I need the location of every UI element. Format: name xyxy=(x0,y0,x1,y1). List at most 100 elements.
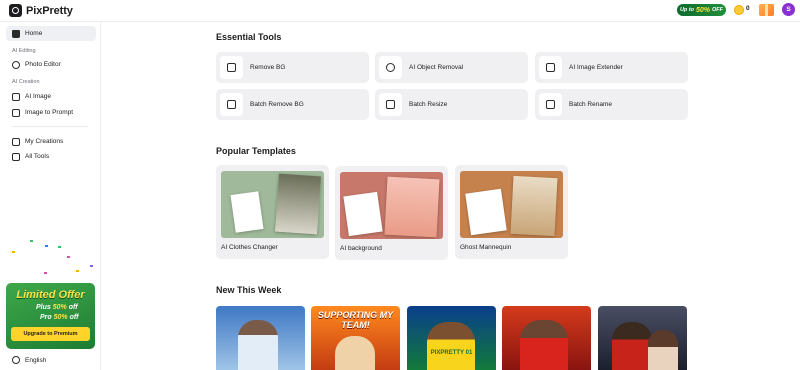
tool-icon-box xyxy=(379,56,402,79)
limited-offer-card[interactable]: Limited Offer Plus 50% off Pro 50% off U… xyxy=(6,283,95,349)
sidebar-item-label: Home xyxy=(25,30,43,37)
sidebar-item-label: Image to Prompt xyxy=(25,109,74,116)
player-figure xyxy=(612,322,652,370)
tool-icon-box xyxy=(220,56,243,79)
offer-pro-prefix: Pro xyxy=(40,314,52,321)
logo[interactable]: PixPretty xyxy=(9,4,73,17)
coin-icon[interactable] xyxy=(734,5,744,15)
tool-ai-image-extender[interactable]: AI Image Extender xyxy=(535,52,688,83)
remove-bg-icon xyxy=(227,63,236,72)
confetti-decoration xyxy=(44,272,47,274)
tool-label: Batch Rename xyxy=(569,101,612,108)
sidebar-item-label: AI Image xyxy=(25,93,52,100)
promo-percent: 50% xyxy=(696,6,711,14)
sidebar-item-label: All Tools xyxy=(25,153,50,160)
top-bar: PixPretty Up to 50% OFF 0 S xyxy=(0,0,800,22)
new-item-thumbnail[interactable]: PIXPRETTY 01 xyxy=(407,306,496,370)
tool-label: Batch Resize xyxy=(409,101,448,108)
image-icon xyxy=(12,92,20,101)
magnifier-icon xyxy=(12,60,20,69)
mannequin-photo xyxy=(510,175,558,237)
template-label: Ghost Mannequin xyxy=(460,244,512,251)
promo-prefix: Up to xyxy=(679,7,695,13)
template-ai-clothes-changer[interactable]: AI Clothes Changer xyxy=(216,165,329,259)
tool-batch-remove-bg[interactable]: Batch Remove BG xyxy=(216,89,369,120)
offer-pro-line: Pro 50% off xyxy=(40,314,78,321)
batch-remove-icon xyxy=(227,100,236,109)
upgrade-button[interactable]: Upgrade to Premium xyxy=(11,327,90,341)
pen-icon xyxy=(12,137,20,146)
player-figure xyxy=(520,320,568,370)
offer-plus-suffix: off xyxy=(68,304,78,311)
new-item-thumbnail[interactable] xyxy=(216,306,305,370)
confetti-decoration xyxy=(30,240,33,242)
promo-badge-button[interactable]: Up to 50% OFF xyxy=(677,4,726,16)
section-title-essential-tools: Essential Tools xyxy=(216,32,282,42)
sidebar-divider xyxy=(12,126,88,127)
sidebar-item-all-tools[interactable]: All Tools xyxy=(6,149,96,164)
sidebar-item-my-creations[interactable]: My Creations xyxy=(6,134,96,149)
template-label: AI Clothes Changer xyxy=(221,244,278,251)
gift-icon[interactable] xyxy=(759,4,774,16)
template-label: AI background xyxy=(340,245,382,252)
template-image xyxy=(221,171,324,238)
new-item-thumbnail[interactable] xyxy=(502,306,591,370)
resize-icon xyxy=(386,100,395,109)
tool-remove-bg[interactable]: Remove BG xyxy=(216,52,369,83)
promo-suffix: OFF xyxy=(712,7,724,13)
player-figure xyxy=(427,322,475,370)
sidebar-item-ai-image[interactable]: AI Image xyxy=(6,89,96,104)
confetti-decoration xyxy=(45,245,48,247)
confetti-decoration xyxy=(67,256,70,258)
section-label-ai-creation: AI Creation xyxy=(12,79,40,85)
clothes-photo xyxy=(230,191,264,233)
template-ai-background[interactable]: AI background xyxy=(335,166,448,260)
perfume-photo xyxy=(343,191,383,237)
offer-pro-suffix: off xyxy=(69,314,79,321)
image-prompt-icon xyxy=(12,108,20,117)
model-photo xyxy=(275,173,321,235)
thumbnail-caption: PIXPRETTY 01 xyxy=(430,350,473,356)
tool-label: Remove BG xyxy=(250,64,286,71)
tool-icon-box xyxy=(539,93,562,116)
language-label: English xyxy=(25,356,47,364)
home-icon xyxy=(12,29,20,38)
tool-label: Batch Remove BG xyxy=(250,101,304,108)
section-title-new-this-week: New This Week xyxy=(216,285,282,295)
tool-ai-object-removal[interactable]: AI Object Removal xyxy=(375,52,528,83)
tool-label: AI Image Extender xyxy=(569,64,623,71)
tool-batch-resize[interactable]: Batch Resize xyxy=(375,89,528,120)
tool-icon-box xyxy=(539,56,562,79)
thumbnail-caption: SUPPORTING MY TEAM! xyxy=(317,310,394,330)
sidebar-item-image-to-prompt[interactable]: Image to Prompt xyxy=(6,105,96,120)
fan-figure xyxy=(335,336,375,370)
avatar[interactable]: S xyxy=(782,3,795,16)
confetti-decoration xyxy=(76,270,79,272)
new-item-thumbnail[interactable]: SUPPORTING MY TEAM! xyxy=(311,306,400,370)
confetti-decoration xyxy=(58,246,61,248)
confetti-decoration xyxy=(12,251,15,253)
app-name: PixPretty xyxy=(26,4,73,17)
eraser-icon xyxy=(386,63,395,72)
tool-label: AI Object Removal xyxy=(409,64,464,71)
expand-icon xyxy=(546,63,555,72)
new-item-thumbnail[interactable] xyxy=(598,306,687,370)
app-root: PixPretty Up to 50% OFF 0 S Home AI Edit… xyxy=(0,0,800,370)
sidebar-item-photo-editor[interactable]: Photo Editor xyxy=(6,57,96,72)
coin-count: 0 xyxy=(746,5,750,12)
tool-icon-box xyxy=(220,93,243,116)
tool-icon-box xyxy=(379,93,402,116)
offer-title: Limited Offer xyxy=(16,289,85,301)
rename-icon xyxy=(546,100,555,109)
player-figure xyxy=(238,320,278,370)
section-title-popular-templates: Popular Templates xyxy=(216,146,296,156)
tool-batch-rename[interactable]: Batch Rename xyxy=(535,89,688,120)
globe-icon xyxy=(12,356,20,364)
offer-plus-percent: 50% xyxy=(52,304,67,311)
grid-icon xyxy=(12,152,20,161)
template-image xyxy=(460,171,563,238)
template-image xyxy=(340,172,443,239)
sidebar-item-home[interactable]: Home xyxy=(6,26,96,41)
template-ghost-mannequin[interactable]: Ghost Mannequin xyxy=(455,165,568,259)
language-selector[interactable]: English xyxy=(12,356,46,364)
